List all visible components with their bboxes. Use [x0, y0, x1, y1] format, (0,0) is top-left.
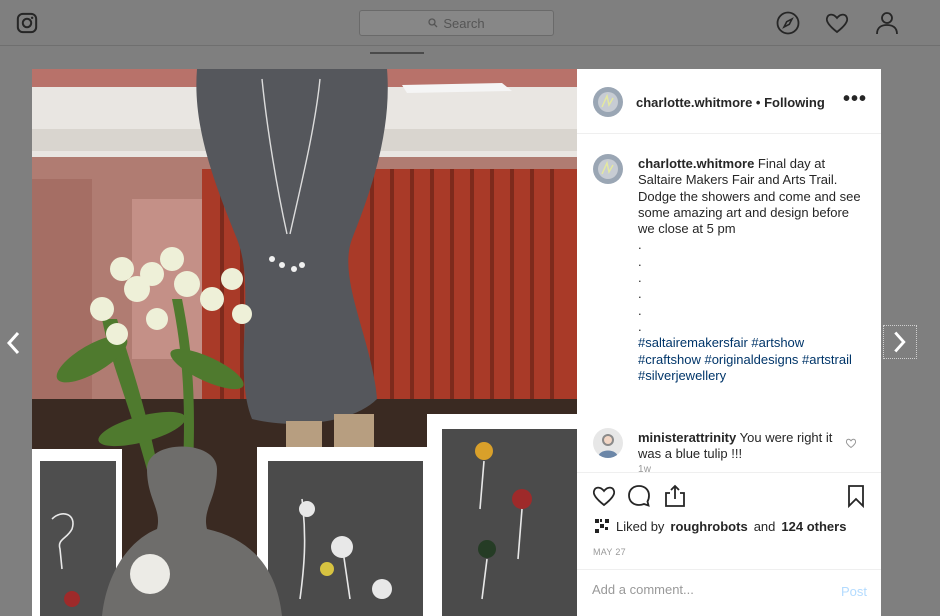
share-icon[interactable]: [662, 483, 688, 509]
avatar[interactable]: [593, 87, 623, 117]
commenter-avatar[interactable]: [593, 428, 623, 458]
post-caption: charlotte.whitmore Final day at Saltaire…: [638, 156, 862, 384]
search-icon: [428, 18, 438, 28]
comment-username[interactable]: ministerattrinity: [638, 430, 736, 445]
comment-bubble-icon[interactable]: [626, 483, 652, 509]
likes-summary: Liked by roughrobots and 124 others: [594, 518, 846, 534]
next-post-chevron-icon[interactable]: [883, 325, 917, 359]
post-detail-panel: charlotte.whitmore • Following ••• charl…: [577, 69, 881, 616]
author-username[interactable]: charlotte.whitmore: [636, 95, 752, 110]
previous-post-chevron-icon[interactable]: [0, 326, 34, 360]
search-input[interactable]: Search: [359, 10, 554, 36]
liked-by-user[interactable]: roughrobots: [670, 519, 747, 534]
liked-by-prefix: Liked by: [616, 518, 665, 534]
comment-text: ministerattrinity You were right it was …: [638, 430, 843, 463]
like-comment-heart-icon[interactable]: [845, 437, 857, 449]
post-photo[interactable]: [32, 69, 577, 616]
profile-icon[interactable]: [874, 10, 900, 36]
photo-scene: [32, 69, 577, 616]
comment-input[interactable]: [592, 582, 812, 597]
caption-username[interactable]: charlotte.whitmore: [638, 156, 754, 171]
profile-tab-indicator: [370, 52, 424, 54]
post-header: charlotte.whitmore • Following •••: [577, 69, 881, 134]
post-comment-button[interactable]: Post: [841, 584, 867, 599]
caption-dot: .: [638, 286, 642, 302]
caption-dot: .: [638, 270, 642, 286]
comment-item: ministerattrinity You were right it was …: [577, 424, 881, 472]
save-bookmark-icon[interactable]: [843, 483, 869, 509]
like-heart-icon[interactable]: [591, 483, 617, 509]
top-nav-bar: Search: [0, 0, 940, 46]
post-date[interactable]: MAY 27: [593, 547, 626, 557]
instagram-logo-icon[interactable]: [16, 12, 38, 34]
liked-by-and: and: [753, 518, 776, 534]
caption-dot: .: [638, 318, 642, 334]
more-options-icon[interactable]: •••: [843, 89, 867, 109]
caption-dot: .: [638, 253, 642, 269]
caption-hashtags[interactable]: #saltairemakersfair #artshow #craftshow …: [638, 335, 862, 384]
heart-icon[interactable]: [824, 10, 850, 36]
search-placeholder: Search: [443, 15, 485, 31]
caption-dots: . . . . . .: [638, 237, 862, 335]
liked-by-others[interactable]: 124 others: [781, 519, 846, 534]
caption-section: charlotte.whitmore Final day at Saltaire…: [577, 135, 881, 472]
liker-avatar-icon[interactable]: [594, 518, 610, 534]
caption-dot: .: [638, 302, 642, 318]
compass-icon[interactable]: [775, 10, 801, 36]
following-button[interactable]: Following: [764, 95, 825, 110]
post-author: charlotte.whitmore • Following: [636, 95, 825, 110]
caption-avatar[interactable]: [593, 154, 623, 184]
separator-dot: •: [755, 95, 761, 110]
post-actions: Liked by roughrobots and 124 others MAY …: [577, 472, 881, 616]
comment-form: Post: [577, 569, 881, 616]
caption-dot: .: [638, 237, 642, 253]
